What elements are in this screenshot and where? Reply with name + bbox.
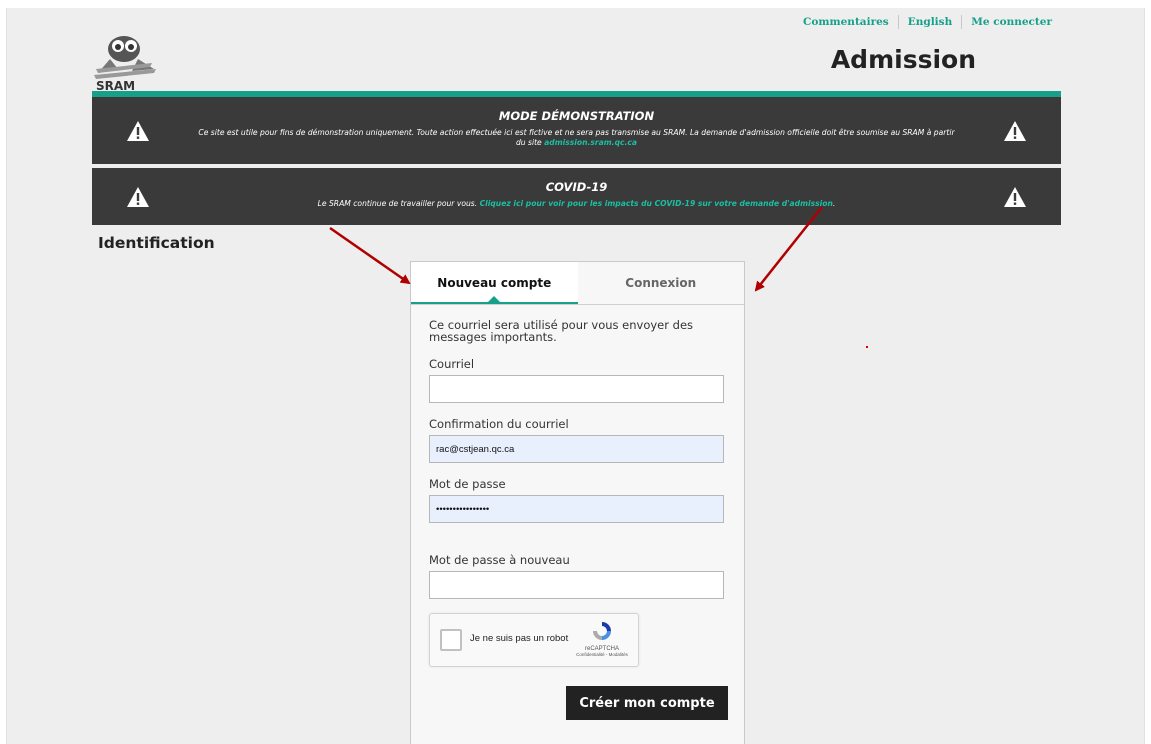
password-field[interactable] [429,495,724,523]
covid-banner-message: Le SRAM continue de travailler pour vous… [317,199,478,208]
language-link[interactable]: English [908,16,953,28]
recaptcha-label: Je ne suis pas un robot [470,633,569,644]
warning-icon [127,120,149,141]
page-title: Admission [830,45,976,74]
demo-banner-title: MODE DÉMONSTRATION [498,109,655,123]
page-frame: Commentaires English Me connecter SRAM A… [6,8,1145,744]
active-tab-caret-icon [488,296,501,302]
warning-icon [127,186,149,207]
email-confirm-label: Confirmation du courriel [429,417,569,431]
svg-text:SRAM: SRAM [96,79,135,91]
covid-banner: COVID-19 Le SRAM continue de travailler … [92,168,1061,225]
covid-info-link[interactable]: Cliquez ici pour voir pour les impacts d… [480,199,833,208]
recaptcha-logo: reCAPTCHA Confidentialité - Modalités [576,620,628,657]
account-tabs: Nouveau compte Connexion [411,262,744,305]
password-confirm-field[interactable] [429,571,724,599]
warning-icon [1004,120,1026,141]
covid-banner-suffix: . [832,199,836,208]
password-confirm-label: Mot de passe à nouveau [429,553,570,567]
account-panel: Nouveau compte Connexion Ce courriel ser… [410,261,745,744]
recaptcha-checkbox[interactable] [440,629,462,651]
admission-site-link[interactable]: admission.sram.qc.ca [544,138,637,147]
feedback-link[interactable]: Commentaires [803,16,889,28]
demo-banner: MODE DÉMONSTRATION Ce site est utile pou… [92,97,1061,164]
email-label: Courriel [429,357,475,371]
recaptcha-widget: Je ne suis pas un robot reCAPTCHA Confid… [429,613,639,667]
sram-logo[interactable]: SRAM [92,29,162,91]
covid-banner-title: COVID-19 [545,180,608,194]
stray-mark [866,346,868,348]
section-heading: Identification [98,234,215,252]
create-account-button[interactable]: Créer mon compte [566,686,728,720]
tab-new-account-label: Nouveau compte [437,276,552,290]
recaptcha-icon [593,622,611,640]
password-label: Mot de passe [429,477,506,491]
link-separator [897,15,899,29]
tab-login-label: Connexion [625,276,697,290]
new-account-form: Ce courriel sera utilisé pour vous envoy… [411,305,744,744]
warning-icon [1004,186,1026,207]
tab-login[interactable]: Connexion [577,262,744,304]
demo-banner-text: Ce site est utile pour fins de démonstra… [197,128,957,148]
email-field[interactable] [429,375,724,403]
link-separator [961,15,963,29]
login-link[interactable]: Me connecter [971,16,1052,28]
email-confirm-field[interactable] [429,435,724,463]
covid-banner-text: Le SRAM continue de travailler pour vous… [197,199,957,209]
top-links: Commentaires English Me connecter [803,15,1052,29]
tab-new-account[interactable]: Nouveau compte [411,262,578,304]
recaptcha-terms[interactable]: Confidentialité - Modalités [576,652,628,657]
form-intro: Ce courriel sera utilisé pour vous envoy… [429,318,694,344]
